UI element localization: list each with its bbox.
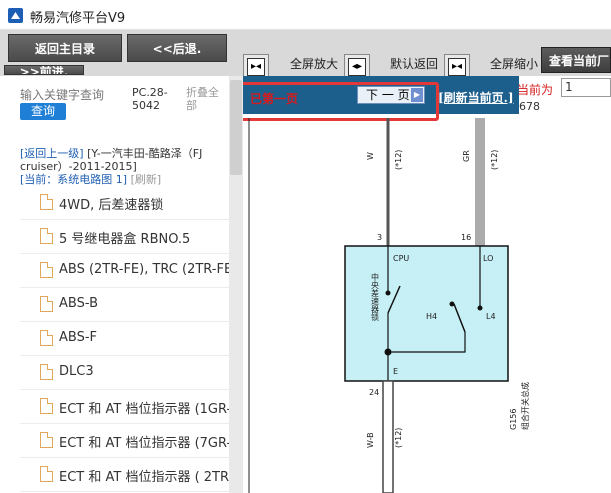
toolbar: 返回主目录 <<后退. >>前进. ▸◂ 全屏放大 ◂▸ 默认返回 ▸◂ 全屏缩… bbox=[0, 30, 611, 80]
terminal-cpu: CPU bbox=[393, 254, 409, 263]
pin-16: 16 bbox=[461, 233, 471, 242]
list-item[interactable]: ABS-F bbox=[20, 322, 229, 356]
terminal-l4: L4 bbox=[486, 312, 496, 321]
forward-button[interactable]: >>前进. bbox=[4, 65, 84, 75]
next-page-label: 下 一 页 bbox=[366, 88, 410, 102]
page-navigation-bar: 已第一页 下 一 页 ▶ [刷新当前页.] bbox=[243, 76, 519, 114]
first-page-notice: 已第一页 bbox=[250, 92, 299, 106]
circuit-list: 4WD, 后差速器锁 5 号继电器盒 RBNO.5 ABS (2TR-FE), … bbox=[20, 186, 229, 492]
refresh-link[interactable]: [刷新] bbox=[131, 173, 162, 186]
terminal-h4: H4 bbox=[426, 312, 437, 321]
collapse-all-link[interactable]: 折叠全部 bbox=[186, 86, 226, 112]
fullscreen-enlarge-label[interactable]: 全屏放大 bbox=[290, 55, 338, 72]
list-item[interactable]: ECT 和 AT 档位指示器 ( 2TR-FE) bbox=[20, 458, 229, 492]
wire-w-ref: (*12) bbox=[394, 150, 403, 170]
wire-gr bbox=[475, 118, 485, 246]
list-item[interactable]: ABS-B bbox=[20, 288, 229, 322]
back-level-link[interactable]: [返回上一级] bbox=[20, 147, 84, 160]
terminal-lo: LO bbox=[483, 254, 493, 263]
list-item[interactable]: 4WD, 后差速器锁 bbox=[20, 186, 229, 220]
list-item[interactable]: DLC3 bbox=[20, 356, 229, 390]
home-button[interactable]: 返回主目录 bbox=[8, 34, 122, 62]
current-path: [当前：系统电路图 1] bbox=[20, 173, 128, 186]
document-icon bbox=[40, 466, 53, 482]
search-button[interactable]: 查询 bbox=[20, 103, 66, 120]
wire-wb bbox=[382, 380, 394, 493]
pc-code: PC.28-5042 bbox=[132, 86, 168, 112]
total-pages: 678 bbox=[519, 100, 540, 113]
document-icon bbox=[40, 364, 53, 380]
view-current-directory-button[interactable]: 查看当前厂 bbox=[541, 47, 611, 73]
current-page-label: 当前为 bbox=[517, 83, 554, 97]
refresh-current-page-link[interactable]: [刷新当前页.] bbox=[438, 89, 514, 106]
pin-3: 3 bbox=[377, 233, 382, 242]
circuit-diagram: W (*12) GR (*12) 3 16 CPU LO H4 L4 E 中央差… bbox=[248, 118, 530, 493]
list-item[interactable]: ABS (2TR-FE), TRC (2TR-FE), VSC bbox=[20, 254, 229, 288]
title-bar: 畅易汽修平台V9 bbox=[0, 0, 611, 30]
document-icon bbox=[40, 330, 53, 346]
keyword-search-input[interactable]: 输入关键字查询 bbox=[20, 86, 130, 102]
contact-point bbox=[449, 301, 455, 307]
diagram-viewer: 已第一页 下 一 页 ▶ [刷新当前页.] 当前为 1 678 W (*12) … bbox=[243, 76, 611, 493]
list-item[interactable]: ECT 和 AT 档位指示器 (1GR-FE) bbox=[20, 390, 229, 424]
wire-gr-ref: (*12) bbox=[490, 150, 499, 170]
list-item[interactable]: 5 号继电器盒 RBNO.5 bbox=[20, 220, 229, 254]
terminal-e: E bbox=[393, 367, 398, 376]
breadcrumb: [返回上一级] [Y-一汽丰田-酷路泽（FJ cruiser）-2011-201… bbox=[20, 147, 228, 186]
relay-name: 中央差速器锁 bbox=[371, 272, 380, 322]
next-page-button[interactable]: 下 一 页 ▶ bbox=[357, 86, 425, 104]
back-button[interactable]: <<后退. bbox=[127, 34, 227, 62]
list-item[interactable]: ECT 和 AT 档位指示器 (7GR-FE) bbox=[20, 424, 229, 458]
wire-w-label: W bbox=[366, 152, 375, 160]
app-logo-icon bbox=[8, 8, 23, 23]
chevron-right-icon: ▶ bbox=[411, 88, 423, 102]
document-icon bbox=[40, 262, 53, 278]
document-icon bbox=[40, 228, 53, 244]
document-icon bbox=[40, 432, 53, 448]
component-name: 组合开关总成 bbox=[520, 382, 530, 430]
wire-gr-label: GR bbox=[462, 150, 471, 162]
pin-24: 24 bbox=[369, 388, 379, 397]
window-title: 畅易汽修平台V9 bbox=[30, 11, 126, 26]
contact-point bbox=[477, 305, 483, 311]
fullscreen-shrink-label[interactable]: 全屏缩小 bbox=[490, 55, 538, 72]
document-icon bbox=[40, 296, 53, 312]
component-code: G156 bbox=[509, 409, 518, 430]
wire-wb-ref: (*12) bbox=[394, 428, 403, 448]
default-size-label[interactable]: 默认返回 bbox=[390, 55, 438, 72]
wire-wb-label: W-B bbox=[366, 432, 375, 448]
document-icon bbox=[40, 194, 53, 210]
sidebar-scrollbar-thumb[interactable] bbox=[230, 80, 242, 175]
contact-point bbox=[385, 290, 391, 296]
document-icon bbox=[40, 398, 53, 414]
sidebar: 输入关键字查询 查询 PC.28-5042 折叠全部 [返回上一级] [Y-一汽… bbox=[0, 76, 229, 493]
current-page-input[interactable]: 1 bbox=[561, 78, 611, 97]
